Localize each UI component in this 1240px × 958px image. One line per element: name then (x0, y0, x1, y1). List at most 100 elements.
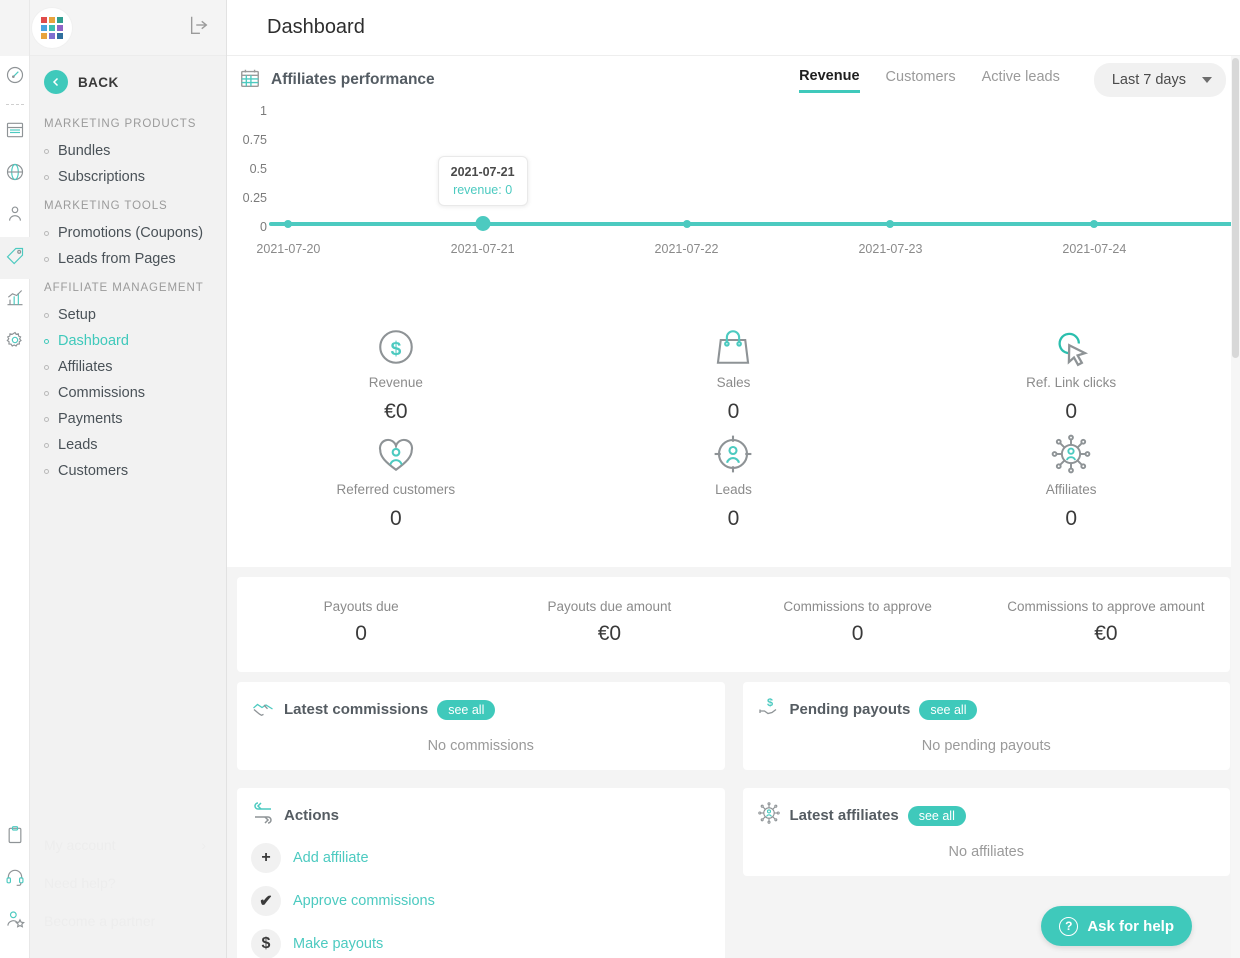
card-empty-text: No commissions (427, 738, 534, 754)
ghost-item-need-help[interactable]: Need help? (30, 864, 226, 902)
settings-icon (5, 330, 25, 355)
summary-value: €0 (597, 622, 622, 645)
main-scrollbar[interactable] (1231, 56, 1240, 958)
metric-revenue: $ Revenue €0 (227, 323, 565, 424)
ghost-item-my-account[interactable]: My account › (30, 826, 226, 864)
logout-icon[interactable] (188, 14, 210, 41)
x-tick: 2021-07-21 (450, 242, 515, 256)
ghost-label: Become a partner (44, 913, 156, 929)
metric-value: 0 (1065, 507, 1077, 530)
card-latest-affiliates: Latest affiliates see all No affiliates (742, 788, 1230, 876)
metric-affiliates: Affiliates 0 (902, 430, 1240, 531)
see-all-button[interactable]: see all (437, 699, 496, 720)
card-empty-text: No affiliates (948, 844, 1025, 860)
rail-item-globe[interactable] (0, 153, 30, 195)
network-user-icon (1050, 430, 1092, 478)
sidebar-group-affiliate-management: AFFILIATE MANAGEMENT (44, 282, 204, 294)
data-point[interactable] (682, 220, 691, 228)
sidebar-item-leads-from-pages[interactable]: Leads from Pages (30, 246, 226, 272)
rail-item-rocket[interactable] (0, 56, 30, 98)
summary-label: Payouts due (323, 599, 399, 614)
globe-icon (5, 162, 25, 187)
chevron-left-icon (44, 70, 68, 94)
see-all-button[interactable]: see all (907, 805, 966, 826)
metric-referred-customers: Referred customers 0 (227, 430, 565, 531)
sidebar-group-marketing-tools: MARKETING TOOLS (44, 200, 168, 212)
metric-grid: $ Revenue €0 Sales 0 Ref. Link clicks 0 … (227, 309, 1240, 553)
sidebar-item-customers[interactable]: Customers (30, 458, 226, 484)
action-add-affiliate[interactable]: + Add affiliate (251, 843, 711, 873)
tooltip-date: 2021-07-21 (450, 165, 515, 179)
cursor-click-icon (1050, 323, 1092, 371)
icon-rail (0, 0, 30, 958)
rail-item-become-partner[interactable] (0, 900, 30, 942)
x-tick: 2021-07-23 (858, 242, 923, 256)
sidebar-item-commissions[interactable]: Commissions (30, 380, 226, 406)
sidebar-item-affiliates[interactable]: Affiliates (30, 354, 226, 380)
chart-y-axis: 1 0.75 0.5 0.25 0 (227, 104, 267, 264)
heart-user-icon (375, 430, 417, 478)
see-all-button[interactable]: see all (919, 699, 978, 720)
bullet-icon (44, 364, 49, 370)
card-header: Actions (251, 801, 711, 830)
date-range-value: Last 7 days (1111, 72, 1186, 88)
chart-tooltip: 2021-07-21 revenue: 0 (437, 156, 528, 206)
card-latest-commissions: Latest commissions see all No commission… (237, 682, 725, 770)
pages-icon (5, 120, 25, 145)
partner-icon (5, 909, 25, 934)
help-label: Ask for help (1087, 917, 1174, 935)
card-header: Latest commissions see all (251, 695, 711, 724)
action-approve-commissions[interactable]: ✔ Approve commissions (251, 886, 711, 916)
check-icon: ✔ (251, 886, 281, 916)
action-make-payouts[interactable]: $ Make payouts (251, 929, 711, 958)
sidebar-item-leads[interactable]: Leads (30, 432, 226, 458)
chart-header: Affiliates performance Revenue Customers… (227, 56, 1240, 104)
action-label: Add affiliate (293, 850, 369, 866)
app-logo[interactable] (32, 8, 72, 48)
bullet-icon (44, 416, 49, 422)
ghost-item-become-partner[interactable]: Become a partner (30, 902, 226, 940)
rail-item-settings[interactable] (0, 321, 30, 363)
x-tick: 2021-07-20 (256, 242, 321, 256)
data-point[interactable] (1090, 220, 1099, 228)
rail-item-contacts[interactable] (0, 195, 30, 237)
sidebar-item-label: Affiliates (58, 359, 113, 375)
x-tick: 2021-07-24 (1062, 242, 1127, 256)
rail-item-promotions[interactable] (0, 237, 30, 279)
svg-text:$: $ (390, 339, 401, 360)
sidebar-item-promotions[interactable]: Promotions (Coupons) (30, 220, 226, 246)
card-title: Pending payouts (789, 701, 911, 718)
network-user-icon (757, 801, 781, 830)
ask-for-help-button[interactable]: ? Ask for help (1041, 906, 1192, 946)
scrollbar-thumb[interactable] (1232, 58, 1239, 358)
target-user-icon (712, 430, 754, 478)
sidebar-item-setup[interactable]: Setup (30, 302, 226, 328)
svg-text:$: $ (766, 697, 772, 709)
sidebar-item-dashboard[interactable]: Dashboard (30, 328, 226, 354)
sidebar-item-subscriptions[interactable]: Subscriptions (30, 164, 226, 190)
sidebar-item-payments[interactable]: Payments (30, 406, 226, 432)
rail-item-need-help[interactable] (0, 858, 30, 900)
ghost-label: My account (44, 837, 116, 853)
action-label: Approve commissions (293, 893, 435, 909)
tab-revenue[interactable]: Revenue (799, 68, 860, 93)
swap-arrows-icon (251, 801, 275, 830)
rail-item-pages[interactable] (0, 111, 30, 153)
tab-active-leads[interactable]: Active leads (982, 69, 1060, 91)
rocket-icon (5, 65, 25, 90)
tab-customers[interactable]: Customers (886, 69, 956, 91)
sidebar-item-label: Customers (58, 463, 129, 479)
data-point[interactable] (284, 220, 293, 228)
back-button[interactable]: BACK (30, 56, 226, 108)
summary-payouts-due-amount: Payouts due amount €0 (485, 599, 733, 646)
headset-icon (5, 867, 25, 892)
rail-item-analytics[interactable] (0, 279, 30, 321)
card-pending-payouts: $ Pending payouts see all No pending pay… (742, 682, 1230, 770)
rail-item-my-account[interactable] (0, 816, 30, 858)
data-point-highlighted[interactable] (475, 216, 491, 231)
sidebar-item-bundles[interactable]: Bundles (30, 138, 226, 164)
sidebar-item-label: Bundles (58, 143, 111, 159)
data-point[interactable] (886, 220, 895, 228)
date-range-select[interactable]: Last 7 days (1093, 63, 1226, 97)
metric-value: €0 (384, 400, 408, 423)
